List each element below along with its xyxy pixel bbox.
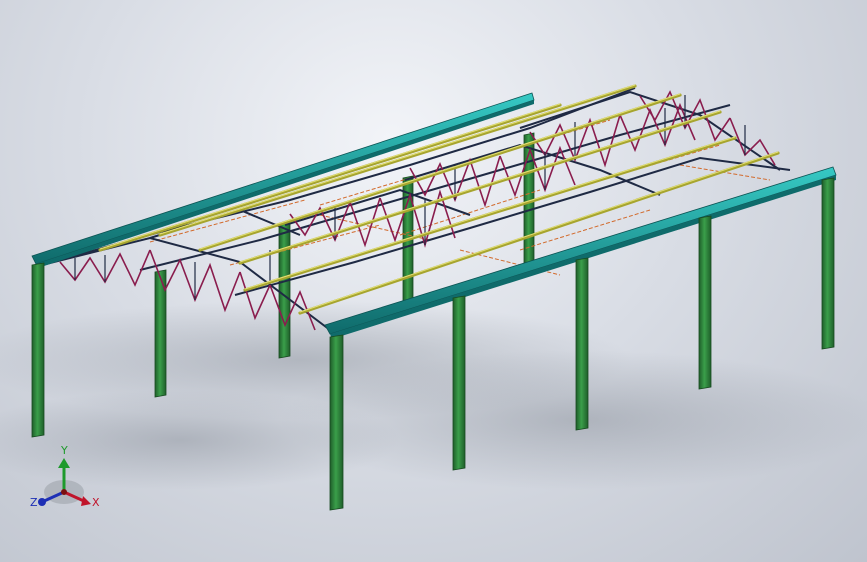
left-corner-column [31,262,45,438]
x-axis-label: X [92,496,100,509]
x-axis-arrow-icon [81,496,91,506]
z-axis-label: Z [30,496,38,509]
floor-shadows [0,300,867,490]
y-axis-arrow-icon [58,458,70,468]
y-axis-label: Y [60,444,68,457]
z-axis-arrow-icon [38,498,46,506]
view-orientation-triad[interactable]: Y X Z [28,440,108,520]
triad-origin [61,489,67,495]
3d-model-viewport[interactable] [0,0,867,562]
